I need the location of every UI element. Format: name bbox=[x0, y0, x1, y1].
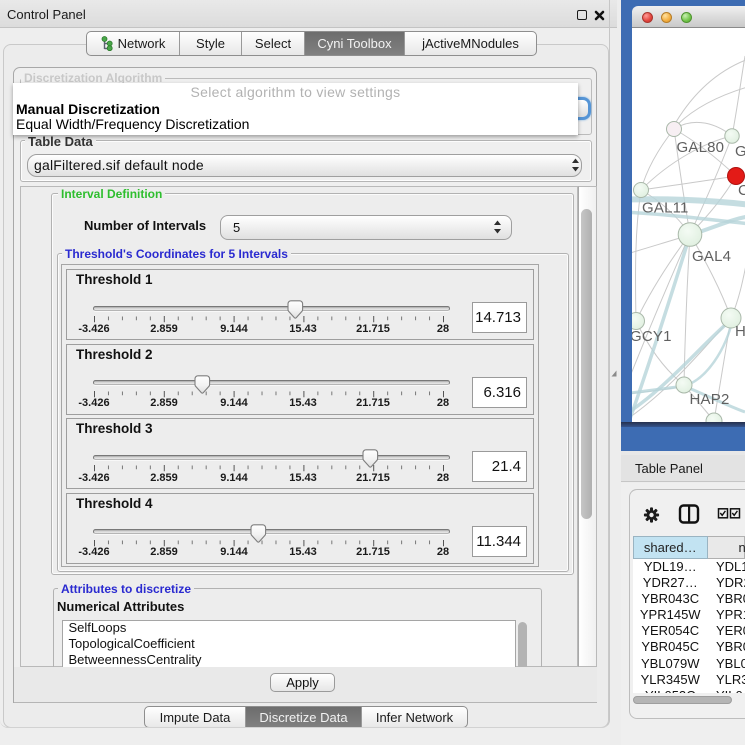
svg-text:H: H bbox=[735, 323, 745, 340]
svg-text:G: G bbox=[735, 143, 745, 160]
svg-text:GAL4: GAL4 bbox=[692, 248, 731, 265]
svg-text:GAL11: GAL11 bbox=[642, 200, 689, 217]
svg-text:C: C bbox=[738, 182, 745, 199]
svg-text:GCY1: GCY1 bbox=[630, 328, 672, 345]
svg-text:GAL80: GAL80 bbox=[677, 139, 725, 156]
svg-text:HAP2: HAP2 bbox=[690, 391, 730, 408]
